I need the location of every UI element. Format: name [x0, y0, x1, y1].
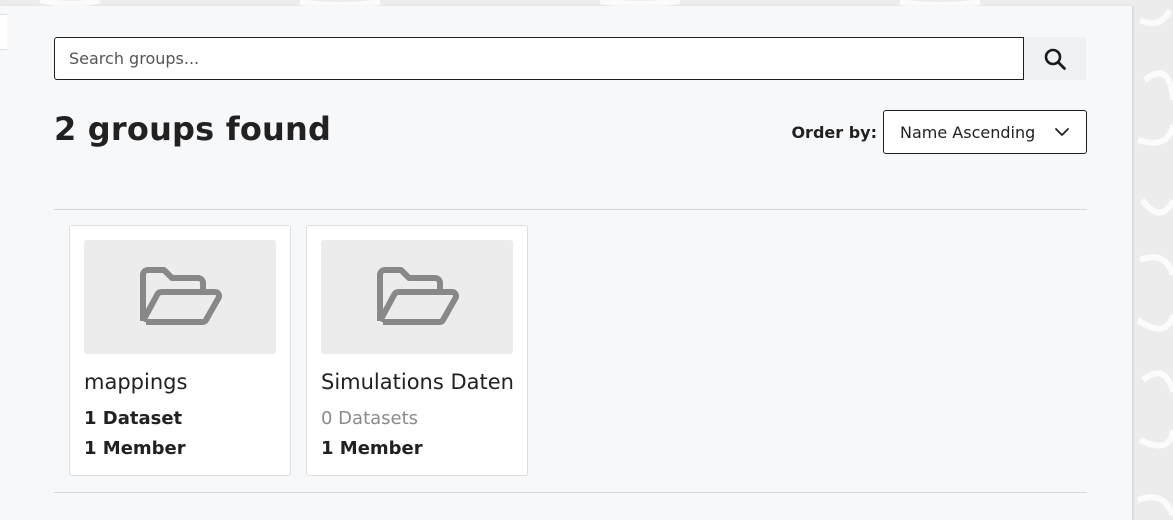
search-bar [54, 37, 1086, 80]
order-by-label: Order by: [791, 122, 877, 142]
group-member-count: 1 Member [321, 438, 423, 459]
divider-bottom [54, 492, 1087, 493]
group-card-mappings[interactable]: mappings 1 Dataset 1 Member [69, 225, 291, 476]
search-input[interactable] [54, 37, 1024, 80]
order-by-control: Order by: Name Ascending [791, 110, 1087, 154]
results-count-heading: 2 groups found [54, 110, 332, 148]
group-member-count: 1 Member [84, 438, 186, 459]
group-dataset-count: 0 Datasets [321, 408, 419, 429]
search-icon [1044, 48, 1066, 70]
group-card-simulations-daten[interactable]: Simulations Daten 0 Datasets 1 Member [306, 225, 528, 476]
group-name[interactable]: Simulations Daten [321, 370, 514, 394]
chevron-down-icon [1055, 128, 1069, 136]
folder-open-icon [140, 267, 222, 325]
order-by-select[interactable]: Name Ascending [883, 110, 1087, 154]
search-button[interactable] [1024, 37, 1086, 80]
folder-open-icon [377, 267, 459, 325]
order-by-value: Name Ascending [900, 122, 1036, 142]
group-dataset-count: 1 Dataset [84, 408, 183, 429]
sidebar-edge [0, 14, 7, 50]
group-name[interactable]: mappings [84, 370, 187, 394]
group-image-placeholder [84, 240, 276, 354]
group-image-placeholder [321, 240, 513, 354]
divider-top [54, 209, 1087, 210]
